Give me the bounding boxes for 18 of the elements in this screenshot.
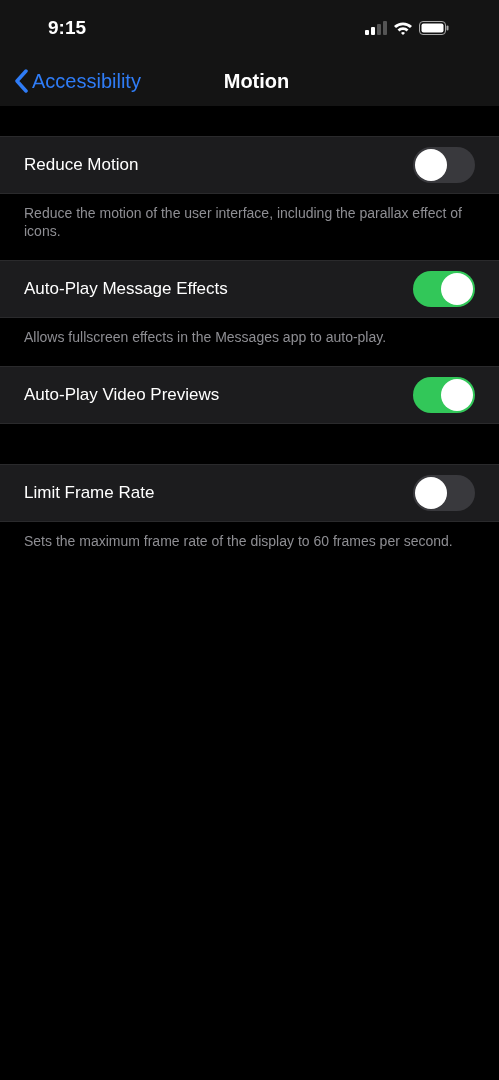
toggle-switch[interactable] [413, 377, 475, 413]
screen-title: Motion [222, 69, 291, 93]
toggle-switch[interactable] [413, 271, 475, 307]
setting-description: Allows fullscreen effects in the Messages app to auto-play. [23, 328, 388, 347]
status-time: 9:15 [48, 17, 87, 39]
setting-label: Reduce Motion [24, 155, 139, 175]
wifi-icon [393, 21, 413, 35]
back-button[interactable]: Accessibility [14, 69, 141, 93]
setting-label: Auto-Play Video Previews [24, 385, 220, 405]
toggle-switch[interactable] [413, 147, 475, 183]
toggle-switch[interactable] [413, 475, 475, 511]
setting-description: Sets the maximum frame rate of the display to 60 frames per second. [23, 532, 454, 551]
battery-icon [419, 21, 449, 35]
setting-description: Reduce the motion of the user interface, including the parallax effect of icons. [23, 204, 463, 241]
setting-label: Auto-Play Message Effects [24, 279, 228, 299]
signal-icon [365, 21, 387, 35]
chevron-left-icon [14, 69, 28, 93]
setting-label: Limit Frame Rate [24, 483, 155, 503]
